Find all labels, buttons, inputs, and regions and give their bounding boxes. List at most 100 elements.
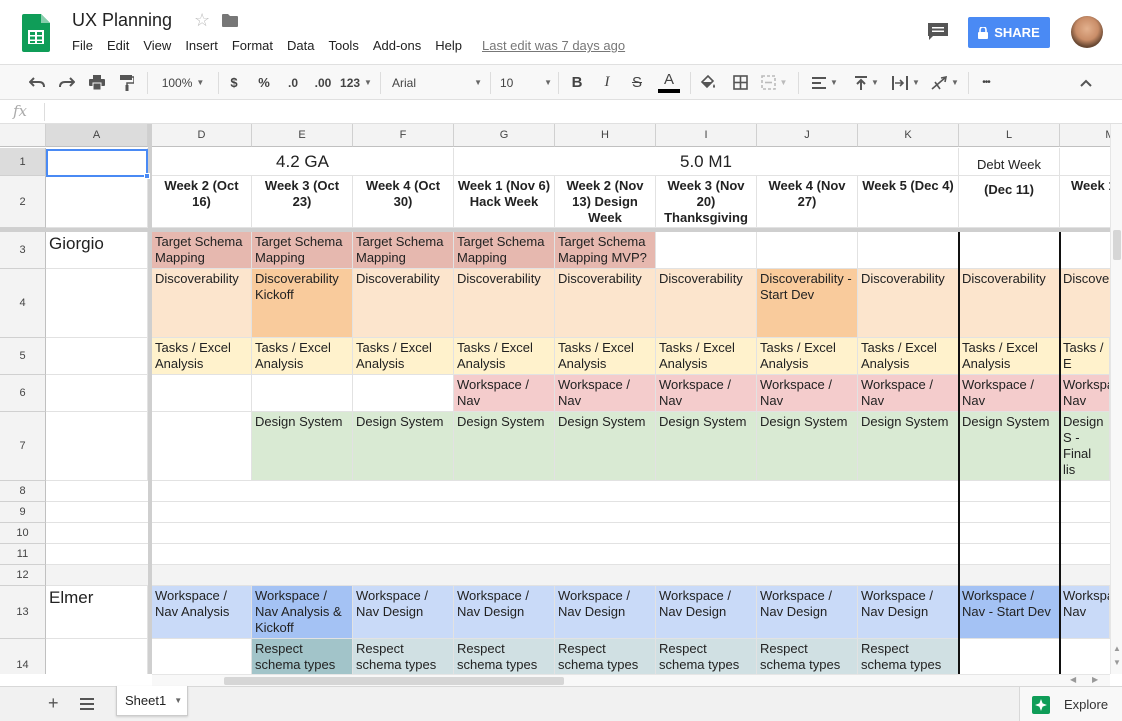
text-color-button[interactable]: A — [656, 65, 682, 100]
separator-row[interactable] — [46, 565, 1110, 586]
task-cell[interactable]: Discoverability — [656, 269, 757, 338]
menu-help[interactable]: Help — [435, 38, 462, 53]
scroll-left-arrow-icon[interactable]: ◀ — [1070, 675, 1076, 684]
task-cell[interactable]: Target Schema Mapping — [252, 232, 353, 269]
task-cell[interactable]: Discoverability — [152, 269, 252, 338]
task-cell[interactable]: Workspace / Nav — [858, 375, 959, 412]
avatar[interactable] — [1071, 16, 1103, 48]
row-header[interactable]: 4 — [0, 269, 46, 338]
task-cell[interactable]: Tasks / Excel Analysis — [555, 338, 656, 375]
vertical-scrollbar[interactable]: ▲ ▼ — [1110, 124, 1122, 674]
task-cell[interactable]: Workspa Nav — [1060, 375, 1110, 412]
task-cell[interactable]: Target Schema Mapping MVP? — [555, 232, 656, 269]
column-header[interactable]: M — [1060, 124, 1110, 147]
task-cell[interactable]: Workspace / Nav Design — [858, 586, 959, 639]
task-cell[interactable]: Discoverability — [959, 269, 1060, 338]
font-size-select[interactable]: 10 ▼ — [500, 65, 552, 100]
task-cell[interactable]: Workspace / Nav — [454, 375, 555, 412]
person-name[interactable]: Giorgio — [46, 232, 148, 269]
number-format-select[interactable]: 123 ▼ — [340, 65, 372, 100]
task-cell[interactable]: Design System — [252, 412, 353, 481]
row-header[interactable]: 1 — [0, 148, 46, 176]
horizontal-scroll-thumb[interactable] — [224, 677, 564, 685]
cell-m1[interactable] — [1060, 148, 1110, 176]
column-header[interactable]: F — [353, 124, 454, 147]
row-header[interactable]: 13 — [0, 586, 46, 639]
row-header[interactable]: 2 — [0, 176, 46, 228]
text-rotation-icon[interactable]: ▼ — [928, 65, 962, 100]
row-header[interactable]: 7 — [0, 412, 46, 481]
task-cell[interactable]: Workspace / Nav Analysis & Kickoff — [252, 586, 353, 639]
empty-cell[interactable] — [152, 412, 252, 481]
empty-cell[interactable] — [252, 375, 353, 412]
merge-cells-icon[interactable]: ▼ — [758, 65, 790, 100]
undo-icon[interactable] — [26, 65, 48, 100]
task-cell[interactable]: Respect schema types — [454, 639, 555, 674]
add-sheet-plus-icon[interactable]: + — [48, 693, 59, 714]
empty-cell[interactable] — [46, 338, 148, 375]
empty-cell[interactable] — [858, 232, 959, 269]
column-header[interactable]: K — [858, 124, 959, 147]
task-cell[interactable]: Discoverability — [353, 269, 454, 338]
task-cell[interactable]: Discove — [1060, 269, 1110, 338]
horizontal-scrollbar[interactable]: ◀ ▶ — [152, 674, 1110, 686]
task-cell[interactable]: Discoverability Kickoff — [252, 269, 353, 338]
week-header[interactable]: Week 4 (Nov 27) — [757, 176, 858, 228]
task-cell[interactable]: Workspace / Nav — [555, 375, 656, 412]
menu-edit[interactable]: Edit — [107, 38, 129, 53]
align-left-icon[interactable]: ▼ — [808, 65, 842, 100]
row-header[interactable]: 12 — [0, 565, 46, 586]
column-header[interactable]: I — [656, 124, 757, 147]
vertical-align-icon[interactable]: ▼ — [850, 65, 884, 100]
menu-data[interactable]: Data — [287, 38, 314, 53]
task-cell[interactable]: Tasks / E Analysis — [1060, 338, 1110, 375]
folder-icon[interactable] — [222, 14, 238, 27]
week-header[interactable]: Week 3 (Nov 20) Thanksgiving — [656, 176, 757, 228]
percent-button[interactable]: % — [254, 65, 274, 100]
row-header[interactable]: 11 — [0, 544, 46, 565]
task-cell[interactable]: Workspace / Nav — [959, 375, 1060, 412]
release-header-ga[interactable]: 4.2 GA — [152, 148, 454, 176]
frozen-row-divider[interactable] — [0, 228, 1110, 232]
empty-row[interactable] — [46, 481, 1110, 502]
text-wrap-icon[interactable]: ▼ — [888, 65, 924, 100]
week-header[interactable]: Week 2 (Nov 13) Design Week — [555, 176, 656, 228]
empty-cell[interactable] — [353, 375, 454, 412]
empty-cell[interactable] — [656, 232, 757, 269]
menu-format[interactable]: Format — [232, 38, 273, 53]
column-header[interactable]: D — [152, 124, 252, 147]
last-edit-link[interactable]: Last edit was 7 days ago — [482, 38, 625, 53]
empty-cell[interactable] — [1060, 232, 1110, 269]
task-cell[interactable]: Design System — [959, 412, 1060, 481]
task-cell[interactable]: Workspace / Nav Design — [353, 586, 454, 639]
task-cell[interactable]: Design System — [757, 412, 858, 481]
column-header[interactable]: L — [959, 124, 1060, 147]
task-cell[interactable]: Discoverability — [555, 269, 656, 338]
empty-cell[interactable] — [757, 232, 858, 269]
row-header[interactable]: 14 — [0, 639, 46, 674]
cell-a2[interactable] — [46, 176, 148, 228]
task-cell[interactable]: Workspace / Nav Design — [656, 586, 757, 639]
task-cell[interactable]: Design System — [858, 412, 959, 481]
bold-button[interactable]: B — [566, 65, 588, 100]
empty-cell[interactable] — [46, 269, 148, 338]
task-cell[interactable]: Design S - Final lis icons ne app — [1060, 412, 1110, 481]
task-cell[interactable]: Workspace / Nav — [757, 375, 858, 412]
row-header[interactable]: 5 — [0, 338, 46, 375]
row-header[interactable]: 6 — [0, 375, 46, 412]
task-cell[interactable]: Tasks / Excel Analysis — [858, 338, 959, 375]
task-cell[interactable]: Design System — [353, 412, 454, 481]
task-cell[interactable]: Target Schema Mapping — [353, 232, 454, 269]
row-header[interactable]: 8 — [0, 481, 46, 502]
zoom-select[interactable]: 100% ▼ — [154, 65, 212, 100]
task-cell[interactable]: Respect schema types — [757, 639, 858, 674]
task-cell[interactable]: Discoverability — [858, 269, 959, 338]
sheet-tab-chevron-down-icon[interactable]: ▼ — [174, 696, 182, 705]
task-cell[interactable]: Respect schema types — [555, 639, 656, 674]
menu-tools[interactable]: Tools — [328, 38, 358, 53]
debt-week-header[interactable]: Debt Week — [959, 148, 1060, 176]
column-header[interactable]: H — [555, 124, 656, 147]
scroll-up-arrow-icon[interactable]: ▲ — [1113, 644, 1121, 653]
column-header[interactable]: E — [252, 124, 353, 147]
task-cell[interactable]: Tasks / Excel Analysis — [353, 338, 454, 375]
